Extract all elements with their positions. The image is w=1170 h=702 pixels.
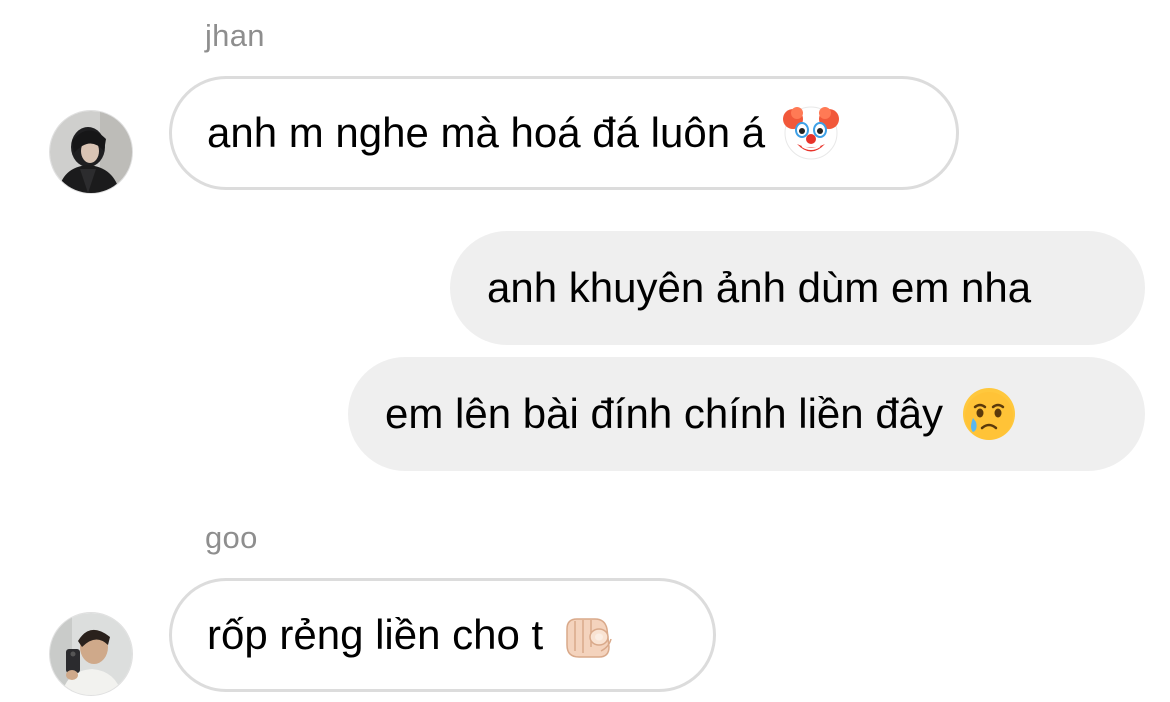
avatar-photo-jhan [50, 111, 132, 193]
message-bubble-incoming[interactable]: anh m nghe mà hoá đá luôn á [169, 76, 959, 190]
message-text: anh m nghe mà hoá đá luôn á [207, 109, 766, 156]
message-text: rốp rẻng liền cho t [207, 611, 544, 658]
index-pointing-at-viewer-icon [561, 607, 617, 663]
message-bubble-outgoing[interactable]: anh khuyên ảnh dùm em nha [450, 231, 1145, 345]
sender-name-goo: goo [205, 520, 258, 555]
face-holding-back-tears-icon [961, 386, 1017, 442]
avatar-goo[interactable] [49, 612, 133, 696]
message-bubble-incoming[interactable]: rốp rẻng liền cho t [169, 578, 716, 692]
clown-face-icon [783, 105, 840, 161]
message-text: em lên bài đính chính liền đây [385, 390, 944, 437]
avatar-photo-goo [50, 613, 132, 695]
avatar-jhan[interactable] [49, 110, 133, 194]
message-text: anh khuyên ảnh dùm em nha [487, 264, 1032, 311]
message-bubble-outgoing[interactable]: em lên bài đính chính liền đây [348, 357, 1145, 471]
sender-name-jhan: jhan [205, 18, 265, 53]
